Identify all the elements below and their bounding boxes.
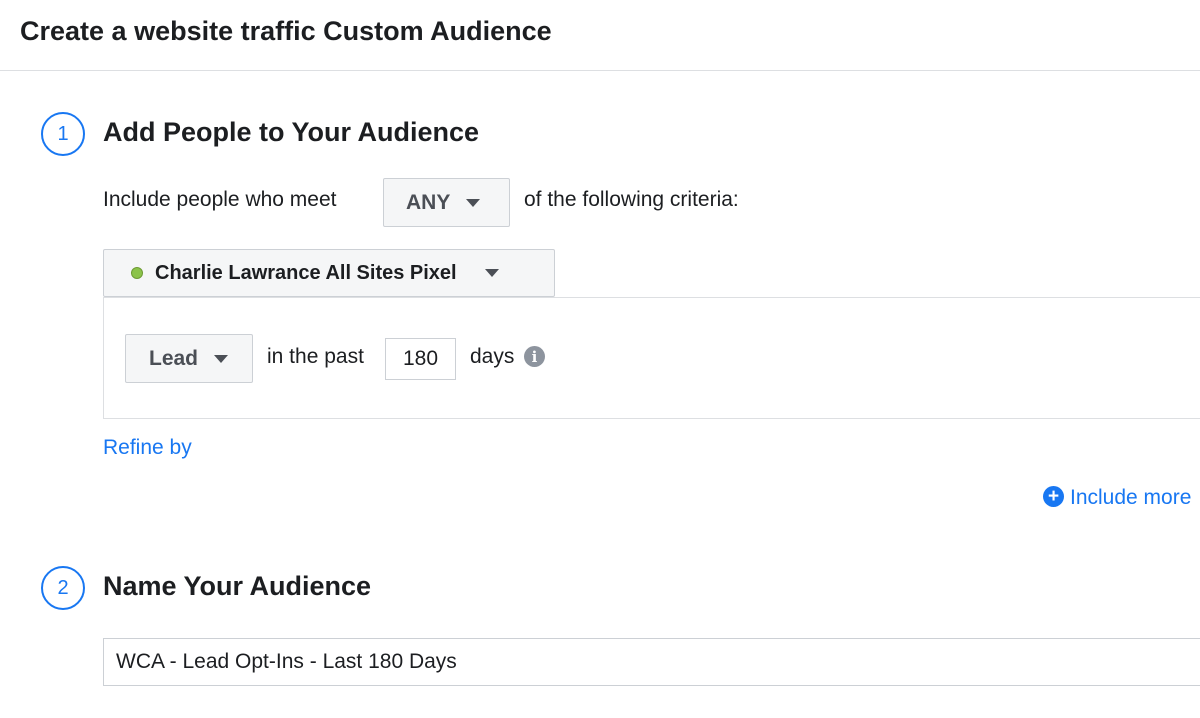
match-any-dropdown[interactable]: ANY: [383, 178, 510, 227]
audience-name-input[interactable]: [103, 638, 1200, 686]
step-1-title: Add People to Your Audience: [103, 117, 480, 147]
days-label: days: [470, 345, 515, 368]
dialog-header: Create a website traffic Custom Audience: [0, 0, 1200, 71]
pixel-name: Charlie Lawrance All Sites Pixel: [155, 261, 457, 284]
step-1-indicator: 1: [41, 112, 85, 156]
refine-by-link[interactable]: Refine by: [103, 436, 192, 460]
pixel-status-icon: [131, 267, 143, 279]
include-prefix-label: Include people who meet: [103, 188, 337, 211]
info-icon[interactable]: i: [524, 346, 545, 367]
chevron-down-icon: [466, 198, 481, 207]
match-any-label: ANY: [406, 190, 451, 214]
event-dropdown[interactable]: Lead: [125, 334, 253, 383]
chevron-down-icon: [484, 269, 499, 277]
dialog-title: Create a website traffic Custom Audience: [20, 16, 552, 46]
in-the-past-label: in the past: [267, 345, 364, 368]
retention-days-input[interactable]: [385, 338, 456, 380]
custom-audience-dialog: Create a website traffic Custom Audience…: [0, 0, 1200, 718]
event-label: Lead: [149, 346, 199, 370]
chevron-down-icon: [214, 354, 229, 363]
step-2-title: Name Your Audience: [103, 571, 372, 601]
include-more-link[interactable]: Include more: [1070, 486, 1191, 510]
plus-circle-icon[interactable]: +: [1043, 486, 1064, 507]
pixel-selector-dropdown[interactable]: Charlie Lawrance All Sites Pixel: [103, 249, 555, 297]
step-2-indicator: 2: [41, 566, 85, 610]
include-suffix-label: of the following criteria:: [524, 188, 739, 211]
